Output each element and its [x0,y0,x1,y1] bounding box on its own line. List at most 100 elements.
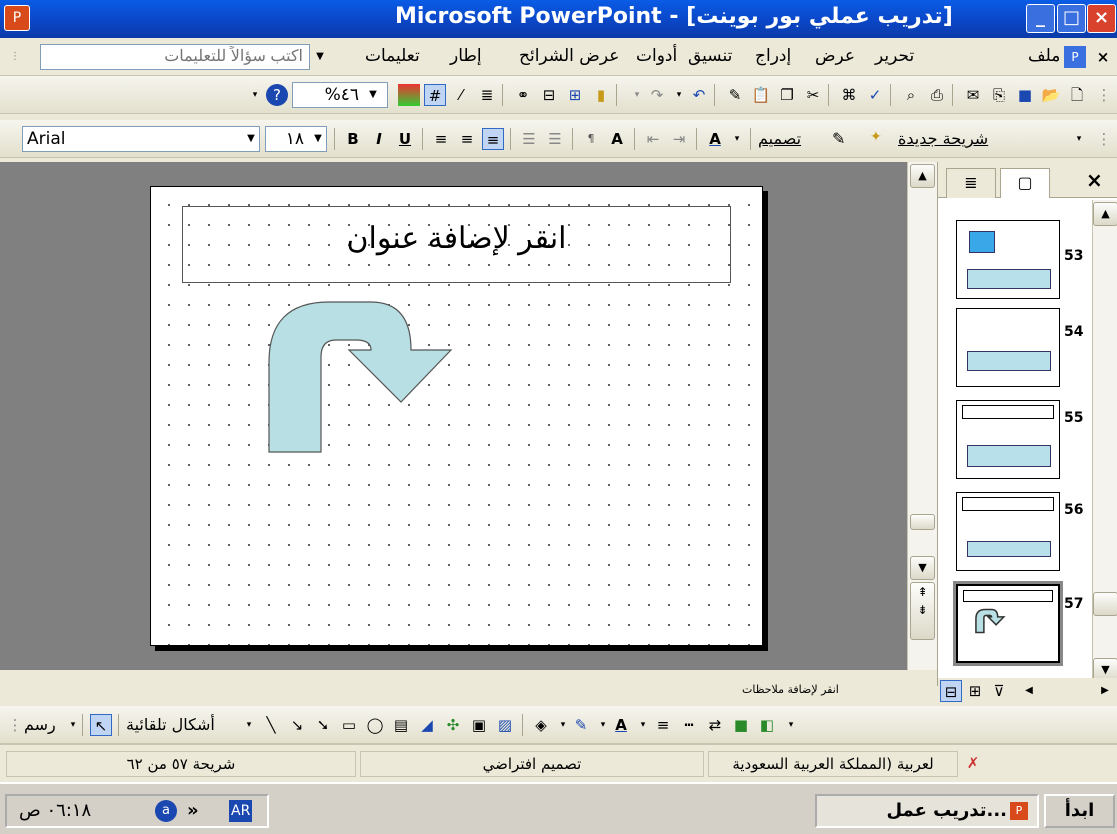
prev-next-slide-buttons[interactable]: ⇞ ⇟ [910,582,935,640]
help-icon[interactable]: ? [266,84,288,106]
start-button[interactable]: ابدأ [1044,794,1115,828]
dash-style-icon[interactable]: ┅ [678,714,700,736]
tray-expand-icon[interactable]: » [187,796,199,826]
menu-help[interactable]: تعليمات [365,46,420,66]
draw-menu-button[interactable]: رسم [24,715,56,734]
diagram-icon[interactable]: ✣ [442,714,464,736]
line-icon[interactable]: ╲ [260,714,282,736]
undo-dropdown-icon[interactable]: ▾ [668,84,690,106]
slide-thumbnail-56[interactable] [956,492,1060,571]
toolbar-options-icon[interactable]: ▾ [780,714,802,736]
new-slide-button[interactable]: شريحة جديدة [898,129,988,148]
paste-icon[interactable]: 📋 [750,84,772,106]
pane-scroll-thumb[interactable] [1093,592,1117,616]
slide-sorter-view-icon[interactable]: ⊞ [964,680,986,702]
font-color-dropdown-icon[interactable]: ▾ [632,714,654,736]
document-icon[interactable]: P [1064,46,1086,68]
taskbar-powerpoint-button[interactable]: تدريب عمل... [815,794,1039,828]
copy-icon[interactable]: ❐ [776,84,798,106]
picture-icon[interactable]: ▨ [494,714,516,736]
zoom-dropdown-arrow-icon[interactable]: ▼ [366,83,380,107]
italic-button[interactable]: I [368,128,390,150]
help-dropdown-arrow-icon[interactable]: ▼ [313,45,327,69]
autoshapes-dropdown-icon[interactable]: ▾ [238,714,260,736]
oval-icon[interactable]: ◯ [364,714,386,736]
normal-view-icon[interactable]: ⊟ [940,680,962,702]
pane-close-button[interactable]: × [1086,168,1103,192]
menu-tools[interactable]: أدوات [636,46,677,66]
show-formatting-icon[interactable]: ⁄ [450,84,472,106]
increase-font-size-icon[interactable]: A [606,128,628,150]
slide-canvas[interactable]: انقر لإضافة عنوان [150,186,763,646]
font-color-button[interactable]: A [704,128,726,150]
minimize-button[interactable]: _ [1026,4,1055,33]
expand-all-icon[interactable]: ≣ [476,84,498,106]
font-size-dropdown-arrow-icon[interactable]: ▼ [311,127,325,151]
line-style-icon[interactable]: ≡ [652,714,674,736]
numbering-icon[interactable]: ☰ [518,128,540,150]
menu-file[interactable]: ملف [1028,46,1060,66]
arrow-icon[interactable]: ➘ [312,714,334,736]
print-preview-icon[interactable]: ⌕ [900,84,922,106]
format-painter-icon[interactable]: ✎ [724,84,746,106]
design-button[interactable]: تصميم [758,129,801,148]
wordart-icon[interactable]: ◢ [416,714,438,736]
pane-scroll-up-arrow-icon[interactable]: ▲ [1093,202,1117,226]
input-language-indicator[interactable]: AR [229,800,253,822]
arrow-style-icon[interactable]: ⇄ [704,714,726,736]
bold-button[interactable]: B [342,128,364,150]
tray-app-icon[interactable]: a [155,800,177,822]
show-grid-icon[interactable]: # [424,84,446,106]
tab-slides[interactable]: ▢ [1000,168,1050,198]
close-button[interactable]: × [1087,4,1116,33]
undo-icon[interactable]: ↶ [688,84,710,106]
cut-icon[interactable]: ✂ [802,84,824,106]
research-icon[interactable]: ⌘ [838,84,860,106]
tables-borders-icon[interactable]: ⊟ [538,84,560,106]
arrow-icon[interactable]: ↘ [286,714,308,736]
menu-window[interactable]: إطار [450,46,482,66]
menu-view[interactable]: عرض [815,46,855,66]
insert-hyperlink-icon[interactable]: ⚭ [512,84,534,106]
align-center-icon[interactable]: ≡ [456,128,478,150]
tab-outline[interactable]: ≣ [946,168,996,198]
font-name-field[interactable]: Arial [22,126,260,152]
line-color-icon[interactable]: ✎ [570,714,592,736]
maximize-button[interactable]: □ [1057,4,1086,33]
slide-thumbnail-54[interactable] [956,308,1060,387]
font-name-dropdown-arrow-icon[interactable]: ▼ [244,127,258,151]
help-search-input[interactable] [40,44,310,70]
save-icon[interactable]: ■ [1014,84,1036,106]
color-grayscale-icon[interactable] [398,84,420,106]
toolbar-options-icon[interactable]: ▾ [244,84,266,106]
clipart-icon[interactable]: ▣ [468,714,490,736]
slide-thumbnail-55[interactable] [956,400,1060,479]
toolbar-options-icon[interactable]: ▾ [1068,128,1090,150]
slide-thumbnail-53[interactable] [956,220,1060,299]
menu-insert[interactable]: إدراج [755,46,791,66]
new-document-icon[interactable]: 🗋 [1066,84,1088,106]
notes-placeholder[interactable]: انقر لإضافة ملاحظات [742,683,839,696]
slide-thumbnail-57-selected[interactable] [953,581,1063,666]
shadow-style-icon[interactable]: ■ [730,714,752,736]
autoshapes-menu-button[interactable]: أشكال تلقائية [126,715,215,734]
print-icon[interactable]: ⎙ [926,84,948,106]
scroll-down-arrow-icon[interactable]: ▼ [910,556,935,580]
doc-close-button[interactable]: × [1092,46,1114,68]
bullets-icon[interactable]: ☰ [544,128,566,150]
scroll-up-arrow-icon[interactable]: ▲ [910,164,935,188]
select-objects-icon[interactable]: ↖ [90,714,112,736]
scroll-right-arrow-icon[interactable]: ▶ [1094,680,1116,702]
font-color-icon[interactable]: A [610,714,632,736]
permission-icon[interactable]: ⎘ [988,84,1010,106]
insert-table-icon[interactable]: ⊞ [564,84,586,106]
underline-button[interactable]: U [394,128,416,150]
insert-chart-icon[interactable]: ▮ [590,84,612,106]
textbox-icon[interactable]: ▤ [390,714,412,736]
increase-indent-icon[interactable]: ⇥ [668,128,690,150]
redo-icon[interactable]: ↷ [646,84,668,106]
menu-edit[interactable]: تحرير [875,46,914,66]
3d-style-icon[interactable]: ◧ [756,714,778,736]
menu-format[interactable]: تنسيق [688,46,732,66]
spelling-icon[interactable]: ✓ [864,84,886,106]
